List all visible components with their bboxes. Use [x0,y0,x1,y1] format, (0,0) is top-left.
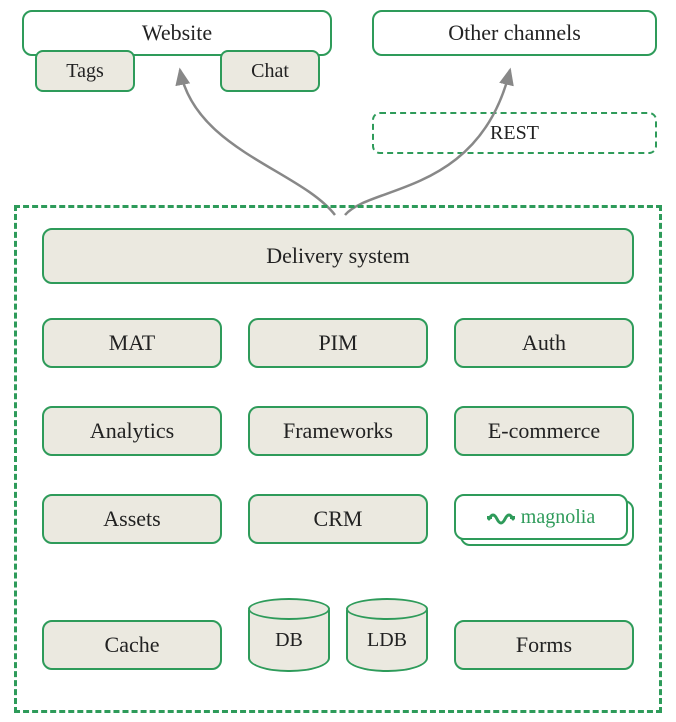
chat-box: Chat [220,50,320,92]
cache-box: Cache [42,620,222,670]
pim-box: PIM [248,318,428,368]
assets-box: Assets [42,494,222,544]
auth-label: Auth [522,330,566,356]
mat-label: MAT [109,330,155,356]
rest-label: REST [490,122,539,145]
ldb-top [346,598,428,620]
ldb-label: LDB [367,629,407,652]
delivery-system-label: Delivery system [266,243,410,269]
forms-box: Forms [454,620,634,670]
forms-label: Forms [516,632,572,658]
tags-box: Tags [35,50,135,92]
cache-label: Cache [105,632,160,658]
db-cylinder: DB [248,598,330,682]
crm-box: CRM [248,494,428,544]
ecommerce-label: E-commerce [488,418,600,444]
pim-label: PIM [318,330,357,356]
magnolia-icon [487,507,515,527]
analytics-label: Analytics [90,418,174,444]
auth-box: Auth [454,318,634,368]
analytics-box: Analytics [42,406,222,456]
website-label: Website [142,20,212,46]
chat-label: Chat [251,60,289,83]
other-channels-label: Other channels [448,20,581,46]
crm-label: CRM [314,506,363,532]
mat-box: MAT [42,318,222,368]
delivery-system-box: Delivery system [42,228,634,284]
other-channels-box: Other channels [372,10,657,56]
assets-label: Assets [103,506,160,532]
magnolia-box: magnolia [454,494,628,540]
ldb-cylinder: LDB [346,598,428,682]
db-label: DB [275,629,303,652]
rest-box: REST [372,112,657,154]
db-top [248,598,330,620]
frameworks-label: Frameworks [283,418,393,444]
frameworks-box: Frameworks [248,406,428,456]
tags-label: Tags [66,60,103,83]
ecommerce-box: E-commerce [454,406,634,456]
magnolia-label: magnolia [521,506,595,529]
